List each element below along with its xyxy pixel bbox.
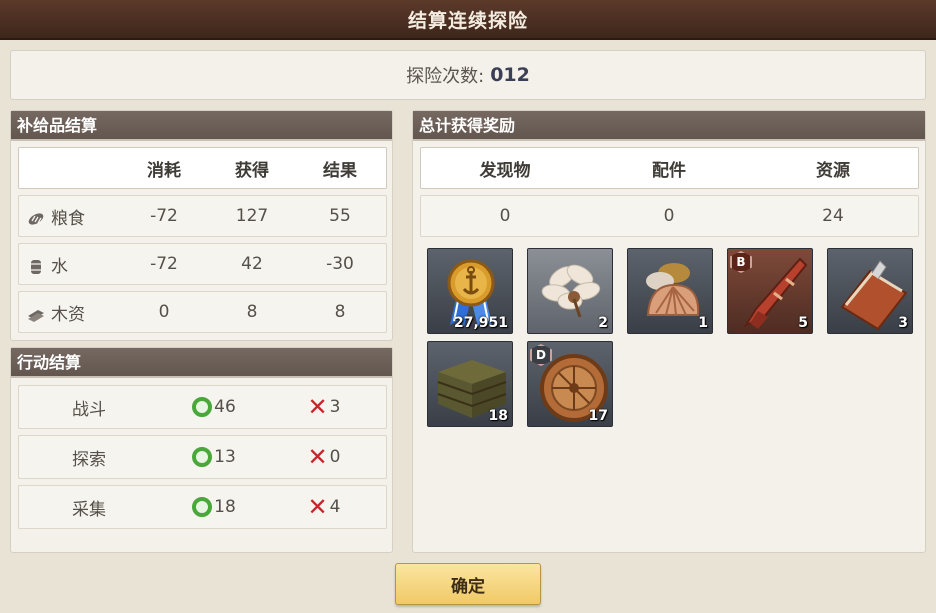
bread-icon — [27, 211, 45, 227]
rewards-col-parts: 配件 — [652, 160, 686, 181]
action-name: 战斗 — [72, 399, 106, 420]
supply-result: 8 — [334, 302, 346, 322]
supply-panel: 补给品结算 消耗 获得 结果 粮食 -72 127 55 水 -72 42 -3… — [10, 110, 393, 341]
supply-consumed: -72 — [150, 254, 178, 274]
action-success: 46 — [214, 397, 236, 417]
title-bar: 结算连续探险 — [0, 0, 936, 40]
supply-row-wood: 木资 0 8 8 — [18, 291, 387, 333]
expedition-count-label: 探险次数: — [406, 66, 485, 87]
action-row-explore: 探索 13 ✕ 0 — [18, 435, 387, 479]
rewards-heading: 总计获得奖励 — [413, 111, 925, 141]
supply-consumed: -72 — [150, 206, 178, 226]
water-barrel-icon — [27, 259, 45, 275]
action-row-battle: 战斗 46 ✕ 3 — [18, 385, 387, 429]
reward-qty: 3 — [898, 315, 908, 331]
reward-item[interactable]: 1 — [627, 248, 713, 334]
success-circle-icon — [192, 397, 213, 417]
rewards-header-row: 发现物 配件 资源 — [420, 147, 919, 189]
supply-row-water: 水 -72 42 -30 — [18, 243, 387, 285]
action-fail: 0 — [329, 447, 341, 467]
fail-cross-icon: ✕ — [307, 443, 328, 471]
reward-item[interactable]: 3 — [827, 248, 913, 334]
actions-panel: 行动结算 战斗 46 ✕ 3 探索 13 ✕ 0 采集 18 ✕ 4 — [10, 347, 393, 553]
expedition-count-value: 012 — [490, 64, 530, 86]
supply-heading: 补给品结算 — [11, 111, 392, 141]
action-name: 采集 — [72, 499, 106, 520]
reward-item[interactable]: D 17 — [527, 341, 613, 427]
rewards-discoveries-value: 0 — [499, 206, 511, 226]
actions-heading: 行动结算 — [11, 348, 392, 378]
rewards-col-discoveries: 发现物 — [479, 160, 531, 181]
supply-row-food: 粮食 -72 127 55 — [18, 195, 387, 237]
supply-result: -30 — [326, 254, 354, 274]
action-success: 13 — [214, 447, 236, 467]
supply-gained: 42 — [241, 254, 263, 274]
supply-name: 粮食 — [51, 208, 85, 229]
rewards-parts-value: 0 — [663, 206, 675, 226]
supply-header-row: 消耗 获得 结果 — [18, 147, 387, 189]
reward-item[interactable]: B 5 — [727, 248, 813, 334]
reward-qty: 2 — [598, 315, 608, 331]
fail-cross-icon: ✕ — [307, 493, 328, 521]
reward-item[interactable]: 2 — [527, 248, 613, 334]
supply-result: 55 — [329, 206, 351, 226]
supply-name: 水 — [51, 256, 68, 277]
reward-qty: 17 — [588, 408, 608, 424]
wood-planks-icon — [27, 307, 45, 323]
action-name: 探索 — [72, 449, 106, 470]
reward-qty: 1 — [698, 315, 708, 331]
action-row-gather: 采集 18 ✕ 4 — [18, 485, 387, 529]
rewards-panel: 总计获得奖励 发现物 配件 资源 0 0 24 27,951 2 1 B 5 3… — [412, 110, 926, 553]
fail-cross-icon: ✕ — [307, 393, 328, 421]
reward-item[interactable]: 27,951 — [427, 248, 513, 334]
rewards-values-row: 0 0 24 — [420, 195, 919, 237]
reward-item[interactable]: 18 — [427, 341, 513, 427]
rewards-resources-value: 24 — [822, 206, 844, 226]
action-fail: 4 — [329, 497, 341, 517]
supply-col-result: 结果 — [323, 160, 357, 181]
supply-col-gained: 获得 — [235, 160, 269, 181]
expedition-count-box: 探险次数: 012 — [10, 50, 926, 100]
supply-name: 木资 — [51, 304, 85, 325]
reward-qty: 5 — [798, 315, 808, 331]
rewards-col-resources: 资源 — [816, 160, 850, 181]
supply-gained: 127 — [235, 206, 269, 226]
action-success: 18 — [214, 497, 236, 517]
success-circle-icon — [192, 447, 213, 467]
reward-qty: 27,951 — [453, 315, 508, 331]
reward-qty: 18 — [488, 408, 508, 424]
confirm-button[interactable]: 确定 — [395, 563, 541, 605]
supply-consumed: 0 — [158, 302, 170, 322]
success-circle-icon — [192, 497, 213, 517]
action-fail: 3 — [329, 397, 341, 417]
window-title: 结算连续探险 — [407, 9, 528, 32]
supply-col-consumed: 消耗 — [147, 160, 181, 181]
supply-gained: 8 — [246, 302, 258, 322]
